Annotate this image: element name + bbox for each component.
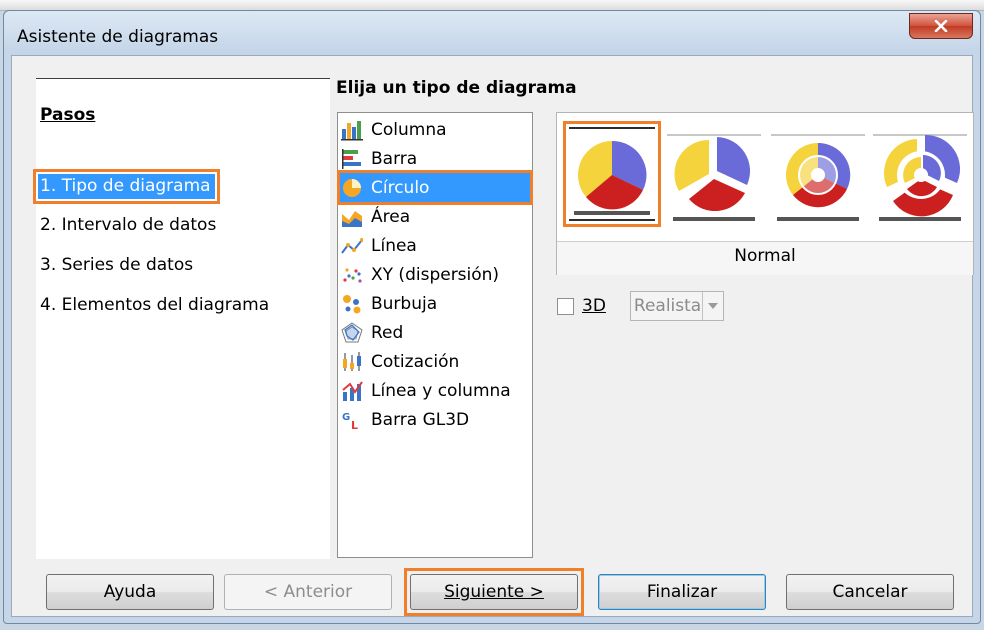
steps-heading: Pasos [40,105,96,125]
variant-donut[interactable] [769,121,867,227]
step-data-series[interactable]: 3. Series de datos [40,255,193,275]
section-title: Elija un tipo de diagrama [336,78,577,98]
help-button[interactable]: Ayuda [46,574,214,610]
chart-wizard-dialog: Asistente de diagramas Pasos 1. Tipo de … [3,10,981,624]
chart-type-column[interactable]: Columna [340,115,530,144]
cancel-button-label: Cancelar [832,582,908,602]
chart-type-column-line[interactable]: Línea y columna [340,376,530,405]
previous-button-label: < Anterior [263,582,353,602]
pie-normal-thumbnail [569,127,655,221]
close-icon [934,20,948,32]
area-chart-icon [342,210,362,227]
variant-exploded-donut[interactable] [871,121,969,227]
chart-type-label: Cotización [371,351,460,372]
selection-highlight [337,170,533,205]
threed-options: 3D Realista [557,290,724,322]
shape-select-value: Realista [633,296,702,316]
gl3d-bar-chart-icon: G L [342,412,358,431]
chart-type-label: Red [371,322,404,343]
shape-select[interactable]: Realista [629,291,724,321]
pie-exploded-thumbnail [667,134,761,221]
chart-type-label: Columna [371,119,447,140]
chart-type-label: Línea [371,235,417,256]
threed-checkbox[interactable] [557,297,574,315]
svg-text:G: G [342,412,350,423]
chart-type-gl3d-bar[interactable]: G L Barra GL3D [340,405,530,434]
stock-chart-icon [343,351,361,371]
exploded-donut-thumbnail [873,134,967,221]
donut-thumbnail [771,134,865,221]
line-chart-icon [341,237,363,254]
chart-type-list: Columna Barra Círculo Área Línea XY (dis… [337,112,533,558]
scatter-chart-icon [343,267,362,283]
chart-variant-panel: Normal [556,112,974,275]
title-bar: Asistente de diagramas [4,11,980,53]
step-data-range[interactable]: 2. Intervalo de datos [40,215,216,235]
chart-type-line[interactable]: Línea [340,231,530,260]
window-title: Asistente de diagramas [17,27,219,47]
chart-type-bar[interactable]: Barra [340,144,530,173]
close-button[interactable] [909,13,973,39]
variant-caption: Normal [734,246,796,266]
finish-button-label: Finalizar [646,582,718,602]
column-chart-icon [341,120,363,140]
pie-chart-icon [343,178,361,197]
bar-chart-icon [342,148,361,169]
chart-type-pie[interactable]: Círculo [337,170,533,205]
help-button-label: Ayuda [103,582,157,602]
steps-panel: Pasos 1. Tipo de diagrama 2. Intervalo d… [33,78,330,559]
dialog-content: Pasos 1. Tipo de diagrama 2. Intervalo d… [11,55,974,617]
chart-type-label: Círculo [371,177,430,198]
dropdown-arrow[interactable] [701,292,723,320]
chart-type-label: Barra GL3D [371,409,470,430]
chart-type-area[interactable]: Área [340,202,530,231]
column-line-chart-icon [342,380,363,401]
svg-text:L: L [351,419,358,431]
variant-normal[interactable] [563,121,661,227]
next-button-label: Siguiente > [444,582,544,602]
chart-type-label: Línea y columna [371,380,511,401]
finish-button[interactable]: Finalizar [598,574,766,610]
chart-type-net[interactable]: Red [340,318,530,347]
variant-exploded[interactable] [665,121,763,227]
cancel-button[interactable]: Cancelar [786,574,954,610]
chart-type-bubble[interactable]: Burbuja [340,289,530,318]
chevron-down-icon [707,303,718,309]
step-chart-type[interactable]: 1. Tipo de diagrama [33,169,220,204]
previous-button[interactable]: < Anterior [224,574,392,610]
chart-type-xy-scatter[interactable]: XY (dispersión) [340,260,530,289]
net-chart-icon [341,321,363,342]
next-button[interactable]: Siguiente > [410,574,578,610]
chart-type-label: Barra [371,148,418,169]
chart-type-label: Área [371,206,411,227]
threed-label[interactable]: 3D [582,296,606,316]
bubble-chart-icon [343,294,361,313]
chart-type-stock[interactable]: Cotización [340,347,530,376]
chart-type-label: Burbuja [371,293,438,314]
chart-type-label: XY (dispersión) [371,264,500,285]
step-chart-elements[interactable]: 4. Elementos del diagrama [40,295,269,315]
